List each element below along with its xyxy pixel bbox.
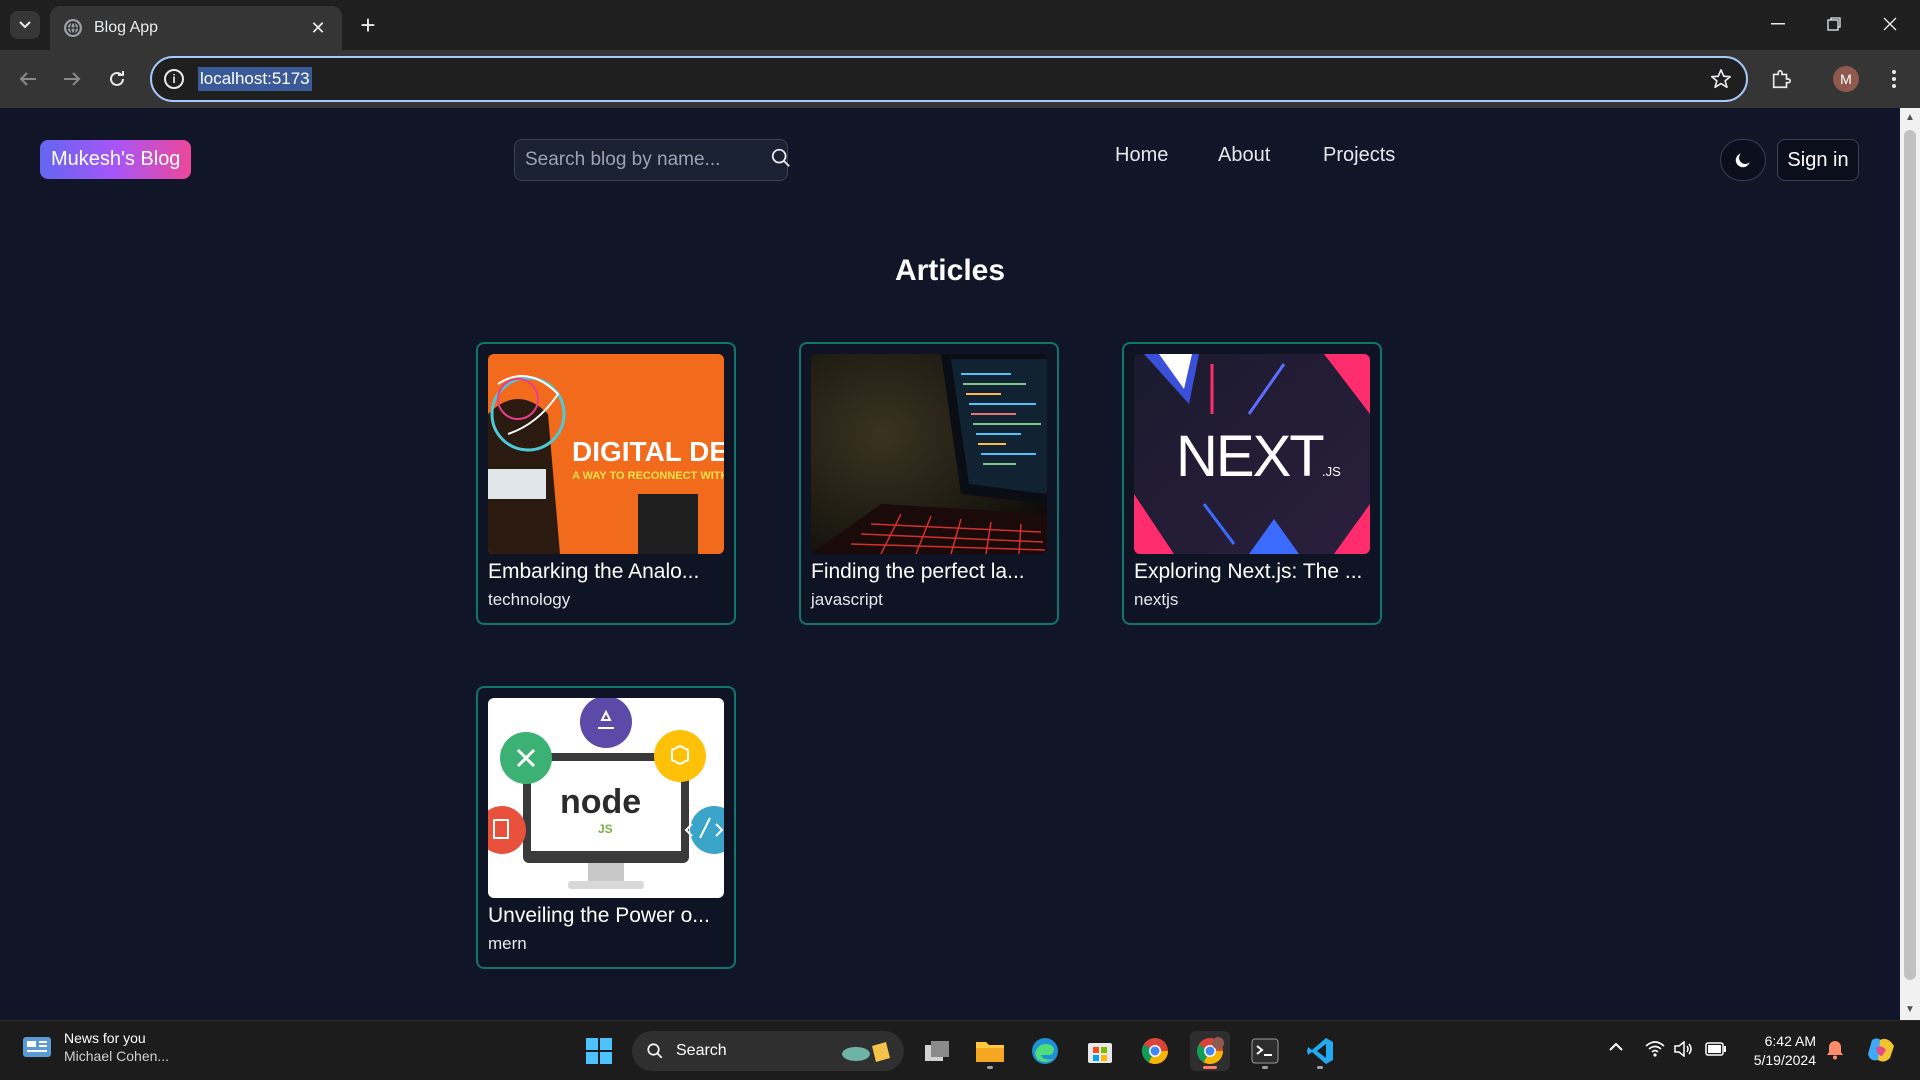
globe-icon <box>64 19 82 37</box>
browser-toolbar: i localhost:5173 M <box>0 50 1920 108</box>
image-headline: DIGITAL DET <box>572 436 724 467</box>
close-window-button[interactable] <box>1870 8 1910 40</box>
taskbar: News for you Michael Cohen... Search 6:4… <box>0 1020 1920 1080</box>
tab-title: Blog App <box>94 19 159 36</box>
bookmark-star-icon[interactable] <box>1710 68 1732 95</box>
article-category: mern <box>488 934 527 953</box>
edge-icon[interactable] <box>1025 1031 1065 1071</box>
notification-bell-icon[interactable] <box>1826 1040 1844 1065</box>
search-icon <box>647 1043 663 1059</box>
browser-menu-button[interactable] <box>1878 63 1910 95</box>
restore-button[interactable] <box>1814 8 1854 40</box>
search-highlight-icon <box>842 1042 890 1062</box>
battery-icon[interactable] <box>1705 1042 1727 1061</box>
moon-icon <box>1735 153 1750 168</box>
article-category: technology <box>488 590 571 609</box>
site-info-icon[interactable]: i <box>164 69 184 89</box>
browser-tab-bar: Blog App ✕ + <box>0 0 1920 50</box>
article-image <box>811 354 1047 554</box>
avatar: M <box>1833 66 1859 92</box>
windows-start-icon[interactable] <box>579 1031 619 1071</box>
article-image: DIGITAL DET A WAY TO RECONNECT WITH <box>488 354 724 554</box>
article-card[interactable]: NEXT .JS Exploring Next.js: The ... next… <box>1122 342 1382 625</box>
search-input[interactable] <box>525 149 770 171</box>
article-card[interactable]: DIGITAL DET A WAY TO RECONNECT WITH Emba… <box>476 342 736 625</box>
article-card[interactable]: Finding the perfect la... javascript <box>799 342 1059 625</box>
copilot-icon[interactable] <box>1866 1036 1896 1069</box>
news-icon <box>23 1037 51 1057</box>
article-title[interactable]: Finding the perfect la... <box>811 560 1047 584</box>
arrow-right-icon <box>64 72 81 86</box>
address-bar[interactable]: i localhost:5173 <box>150 56 1748 102</box>
url-text[interactable]: localhost:5173 <box>198 67 312 91</box>
nav-projects[interactable]: Projects <box>1323 144 1395 167</box>
article-title[interactable]: Exploring Next.js: The ... <box>1134 560 1370 584</box>
article-title[interactable]: Unveiling the Power o... <box>488 904 724 928</box>
puzzle-icon <box>1772 69 1791 89</box>
image-subheadline: A WAY TO RECONNECT WITH <box>572 470 724 482</box>
article-title[interactable]: Embarking the Analo... <box>488 560 724 584</box>
sign-in-button[interactable]: Sign in <box>1777 139 1859 181</box>
minimize-button[interactable] <box>1758 8 1798 40</box>
microsoft-store-icon[interactable] <box>1080 1031 1120 1071</box>
article-category: javascript <box>811 590 883 609</box>
article-image: node JS <box>488 698 724 898</box>
image-headline: node <box>560 783 641 821</box>
chrome-profile-icon[interactable] <box>1190 1031 1230 1071</box>
nav-home[interactable]: Home <box>1115 144 1168 167</box>
wifi-icon[interactable] <box>1645 1041 1665 1062</box>
browser-tab[interactable]: Blog App ✕ <box>50 6 342 50</box>
taskbar-search-label: Search <box>676 1042 727 1059</box>
arrow-left-icon <box>19 72 36 86</box>
clock-date: 5/19/2024 <box>1753 1052 1816 1068</box>
search-box[interactable] <box>514 139 790 181</box>
chrome-icon[interactable] <box>1135 1031 1175 1071</box>
page-scrollbar[interactable]: ▲ ▼ <box>1900 108 1920 1020</box>
taskbar-search[interactable]: Search <box>632 1031 904 1071</box>
clock-time: 6:42 AM <box>1764 1033 1816 1049</box>
article-category: nextjs <box>1134 590 1179 609</box>
news-subtitle: Michael Cohen... <box>64 1048 170 1064</box>
blog-page: Mukesh's Blog Home About Projects Sign i… <box>0 108 1900 1020</box>
scrollbar-thumb[interactable] <box>1904 130 1916 980</box>
profile-button[interactable]: M <box>1830 63 1862 95</box>
nav-about[interactable]: About <box>1218 144 1270 167</box>
forward-button[interactable] <box>56 63 88 95</box>
image-headline: NEXT <box>1176 424 1324 489</box>
news-widget[interactable]: News for you Michael Cohen... <box>22 1029 169 1065</box>
extensions-button[interactable] <box>1765 63 1797 95</box>
file-explorer-icon[interactable] <box>970 1031 1010 1071</box>
image-subheadline: JS <box>598 822 613 836</box>
kebab-menu-icon <box>1892 70 1896 88</box>
task-view-icon[interactable] <box>917 1031 957 1071</box>
reload-icon <box>110 71 124 86</box>
tab-search-button[interactable] <box>10 11 40 39</box>
reload-button[interactable] <box>101 63 133 95</box>
article-card[interactable]: node JS Unveiling the Power o... mern <box>476 686 736 969</box>
image-subheadline: .JS <box>1322 464 1341 479</box>
close-tab-icon[interactable]: ✕ <box>308 18 328 38</box>
site-logo[interactable]: Mukesh's Blog <box>40 140 192 179</box>
search-icon[interactable] <box>770 147 792 174</box>
system-clock[interactable]: 6:42 AM 5/19/2024 <box>1740 1032 1816 1070</box>
theme-toggle-button[interactable] <box>1720 139 1766 181</box>
scroll-up-icon[interactable]: ▲ <box>1904 112 1916 124</box>
terminal-icon[interactable] <box>1245 1031 1285 1071</box>
vscode-icon[interactable] <box>1300 1031 1340 1071</box>
new-tab-button[interactable]: + <box>354 10 382 40</box>
scroll-down-icon[interactable]: ▼ <box>1904 1004 1916 1016</box>
news-title: News for you <box>64 1030 146 1046</box>
article-image: NEXT .JS <box>1134 354 1370 554</box>
show-hidden-icons-chevron-icon[interactable] <box>1608 1039 1624 1057</box>
chevron-down-icon <box>19 21 31 29</box>
back-button[interactable] <box>12 63 44 95</box>
page-title: Articles <box>894 254 1006 287</box>
volume-icon[interactable] <box>1673 1040 1693 1062</box>
